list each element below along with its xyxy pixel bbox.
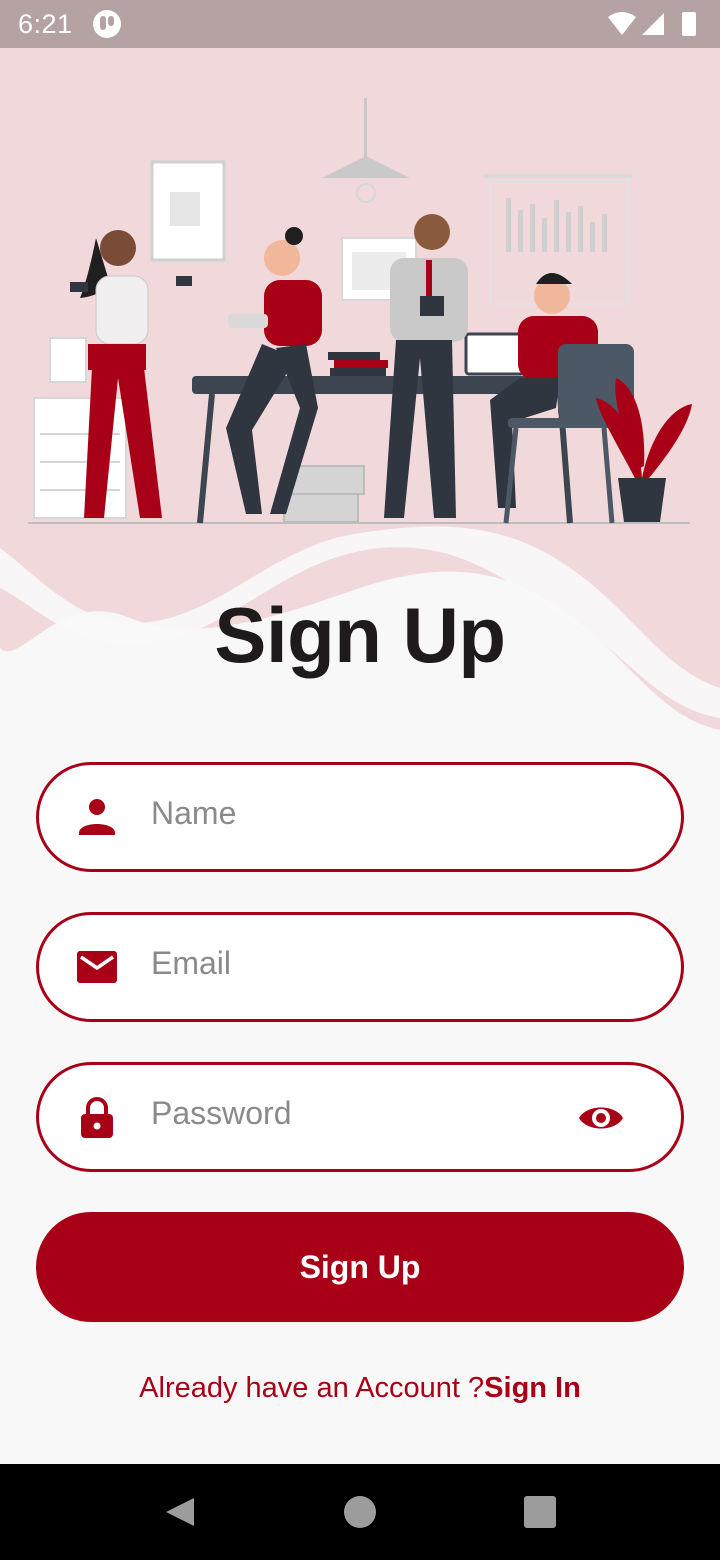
name-placeholder: Name	[151, 795, 237, 831]
navigation-bar	[0, 1464, 720, 1560]
password-field[interactable]: Password	[36, 1062, 684, 1172]
sign-up-button-label: Sign Up	[299, 1248, 421, 1285]
back-icon[interactable]	[164, 1496, 196, 1528]
sign-in-prompt: Already have an Account ?Sign In	[0, 1372, 720, 1405]
wall-frame	[150, 160, 226, 262]
sign-in-link[interactable]: Sign In	[484, 1372, 581, 1404]
sign-in-prompt-text: Already have an Account ?	[139, 1372, 485, 1404]
status-bar: 6:21	[0, 0, 720, 48]
recents-icon[interactable]	[524, 1496, 556, 1528]
email-field[interactable]: Email	[36, 912, 684, 1022]
eye-icon[interactable]	[577, 1098, 625, 1138]
person-icon	[79, 799, 115, 835]
sign-up-button[interactable]: Sign Up	[36, 1212, 684, 1322]
battery-icon	[682, 12, 696, 36]
wifi-icon	[608, 12, 636, 35]
password-placeholder: Password	[151, 1095, 292, 1131]
status-icons	[608, 12, 696, 36]
name-field[interactable]: Name	[36, 762, 684, 872]
email-placeholder: Email	[151, 945, 232, 981]
lock-icon	[81, 1097, 113, 1138]
status-time: 6:21	[18, 9, 73, 39]
app-notification-icon	[93, 10, 121, 38]
mail-icon	[77, 951, 117, 983]
home-icon[interactable]	[344, 1496, 376, 1528]
signal-icon	[642, 13, 664, 35]
page-title: Sign Up	[214, 591, 506, 679]
